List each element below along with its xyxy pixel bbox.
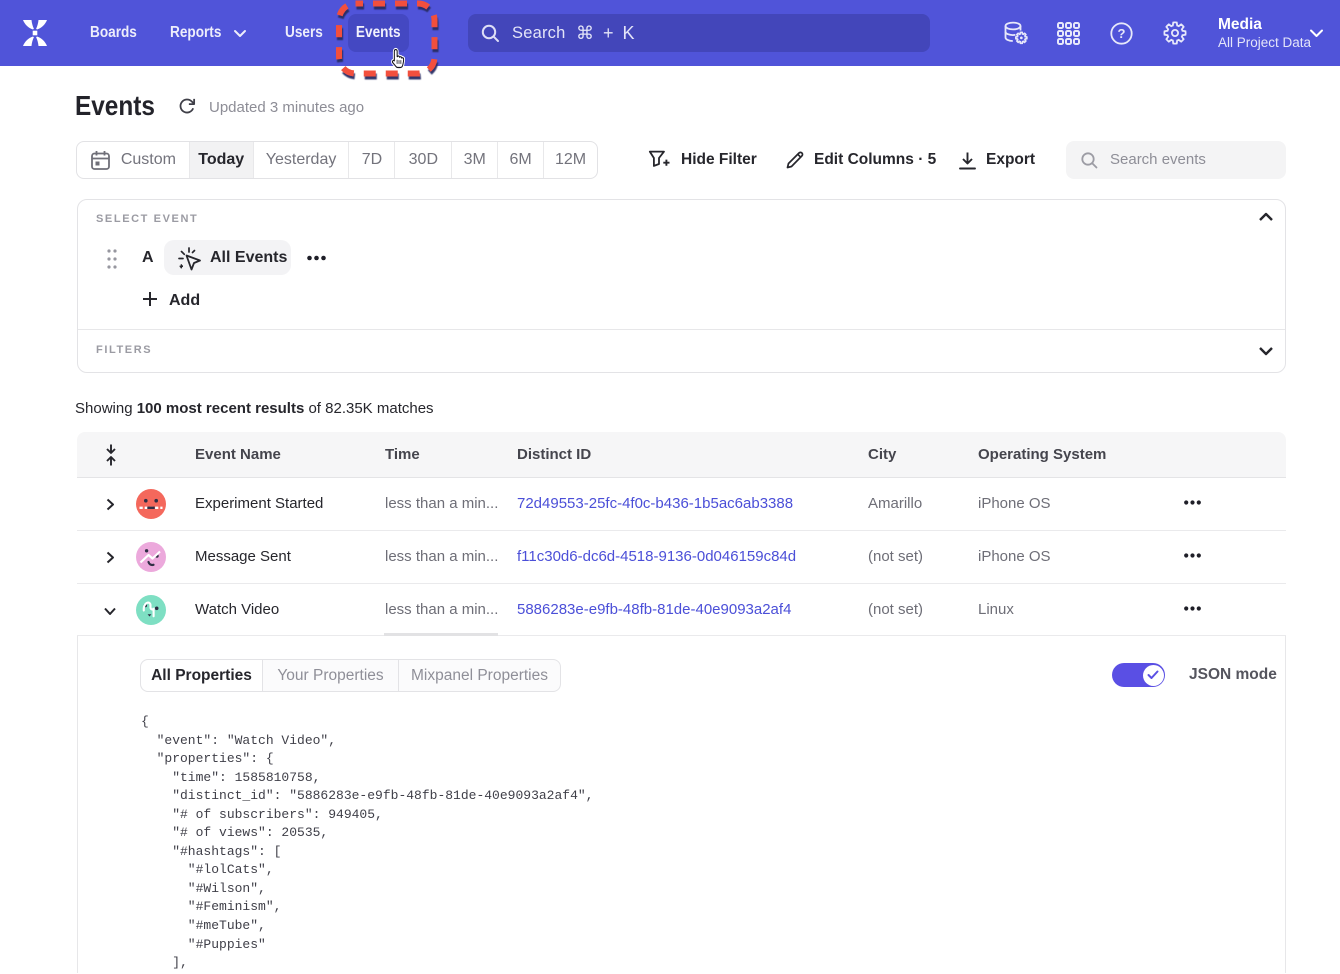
svg-text:?: ? xyxy=(1118,26,1126,41)
